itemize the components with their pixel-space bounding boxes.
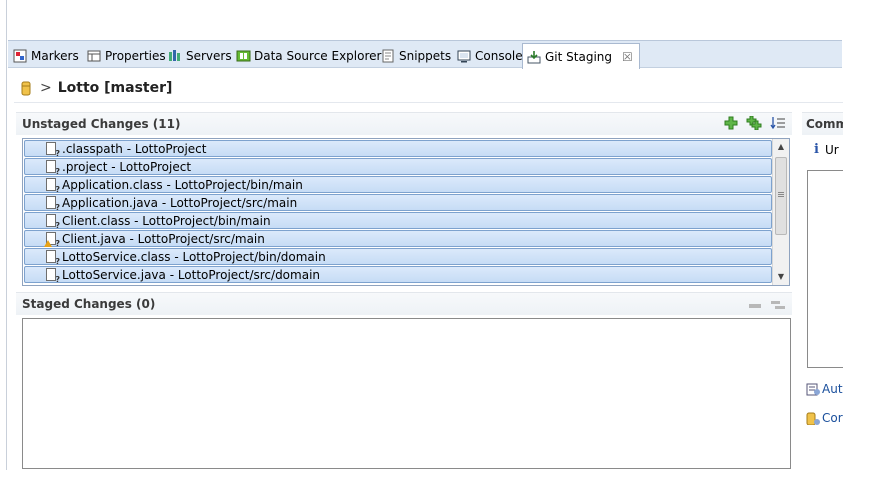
- commit-title: Comm: [806, 117, 844, 131]
- divider: [14, 102, 844, 103]
- repository-icon: [20, 81, 34, 96]
- window-left-edge: [6, 0, 7, 470]
- remove-all-icon[interactable]: [770, 299, 786, 313]
- add-all-icon[interactable]: [746, 115, 762, 133]
- unstaged-title: Unstaged Changes (11): [22, 117, 181, 131]
- modified-file-icon: ?: [45, 159, 60, 176]
- view-tab-bar: Markers Properties Servers Data Source E…: [8, 40, 842, 69]
- commit-info: i Ur: [814, 142, 844, 157]
- unstaged-file-list[interactable]: ? .classpath - LottoProject ? .project -…: [22, 138, 790, 286]
- info-text: Ur: [824, 142, 839, 157]
- unstaged-toolbar: [724, 115, 786, 133]
- untracked-file-icon: ?: [45, 213, 60, 230]
- tab-label: Snippets: [399, 49, 452, 63]
- tab-label: Git Staging: [545, 49, 613, 64]
- data-source-icon: [236, 49, 251, 63]
- list-item[interactable]: ? Client.class - LottoProject/bin/main: [24, 212, 772, 230]
- clipped-area: [843, 38, 876, 499]
- breadcrumb-separator: >: [40, 80, 52, 96]
- list-item[interactable]: ? LottoService.java - LottoProject/src/d…: [24, 266, 772, 284]
- modified-file-icon: ?: [45, 141, 60, 158]
- add-icon[interactable]: [724, 116, 738, 133]
- file-label: Client.class - LottoProject/bin/main: [62, 213, 271, 228]
- scroll-up-arrow-icon[interactable]: ▲: [773, 139, 789, 155]
- list-item[interactable]: ? .project - LottoProject: [24, 158, 772, 176]
- tab-label: Console: [475, 49, 523, 63]
- console-icon: [457, 49, 471, 63]
- file-label: .classpath - LottoProject: [62, 141, 207, 156]
- remove-icon[interactable]: [748, 299, 762, 313]
- snippets-icon: [381, 49, 395, 63]
- untracked-warning-file-icon: ?: [44, 231, 60, 248]
- sort-icon[interactable]: [770, 116, 786, 133]
- scrollbar-thumb[interactable]: [775, 157, 787, 235]
- untracked-file-icon: ?: [45, 267, 60, 284]
- file-label: LottoService.class - LottoProject/bin/do…: [62, 249, 326, 264]
- list-item[interactable]: ? Application.class - LottoProject/bin/m…: [24, 176, 772, 194]
- close-tab-icon[interactable]: ☒: [622, 50, 633, 64]
- info-icon: i: [814, 142, 819, 157]
- tab-label: Properties: [105, 49, 166, 63]
- unstaged-section-header: Unstaged Changes (11): [16, 112, 792, 135]
- committer-field[interactable]: Cor: [806, 411, 846, 425]
- commit-message-input[interactable]: [807, 170, 847, 368]
- untracked-file-icon: ?: [45, 177, 60, 194]
- staged-toolbar: [748, 299, 786, 313]
- tab-label: Data Source Explorer: [254, 49, 382, 63]
- staged-file-list[interactable]: [22, 318, 791, 469]
- list-item[interactable]: ? Application.java - LottoProject/src/ma…: [24, 194, 772, 212]
- committer-icon: [806, 411, 820, 425]
- file-label: .project - LottoProject: [62, 159, 192, 174]
- untracked-file-icon: ?: [45, 195, 60, 212]
- vertical-scrollbar[interactable]: ▲ ▼: [772, 139, 789, 285]
- tab-data-source-explorer[interactable]: Data Source Explorer: [233, 44, 384, 68]
- git-staging-icon: [527, 50, 541, 64]
- file-label: Application.java - LottoProject/src/main: [62, 195, 298, 210]
- file-label: Client.java - LottoProject/src/main: [62, 231, 265, 246]
- tab-label: Servers: [186, 49, 232, 63]
- scroll-down-arrow-icon[interactable]: ▼: [773, 269, 789, 285]
- author-icon: [806, 382, 820, 396]
- file-label: LottoService.java - LottoProject/src/dom…: [62, 267, 321, 282]
- tab-properties[interactable]: Properties: [84, 44, 169, 68]
- properties-icon: [87, 49, 101, 63]
- tab-console[interactable]: Console: [454, 44, 526, 68]
- commit-section-header: Comm: [802, 112, 844, 135]
- servers-icon: [168, 49, 182, 63]
- list-item[interactable]: ? Client.java - LottoProject/src/main: [24, 230, 772, 248]
- staged-section-header: Staged Changes (0): [16, 292, 792, 315]
- tab-servers[interactable]: Servers: [165, 44, 235, 68]
- staged-title: Staged Changes (0): [22, 297, 156, 311]
- breadcrumb: > Lotto [master]: [20, 78, 172, 98]
- list-item[interactable]: ? .classpath - LottoProject: [24, 140, 772, 158]
- untracked-file-icon: ?: [45, 249, 60, 266]
- author-label: Aut: [822, 382, 843, 396]
- tab-snippets[interactable]: Snippets: [378, 44, 454, 68]
- list-item[interactable]: ? LottoService.class - LottoProject/bin/…: [24, 248, 772, 266]
- author-field[interactable]: Aut: [806, 382, 846, 396]
- tab-git-staging[interactable]: Git Staging ☒: [522, 43, 640, 69]
- repository-title: Lotto [master]: [57, 80, 173, 96]
- file-label: Application.class - LottoProject/bin/mai…: [62, 177, 303, 192]
- tab-markers[interactable]: Markers: [10, 44, 82, 68]
- committer-label: Cor: [822, 411, 843, 425]
- markers-icon: [13, 49, 27, 63]
- tab-label: Markers: [31, 49, 79, 63]
